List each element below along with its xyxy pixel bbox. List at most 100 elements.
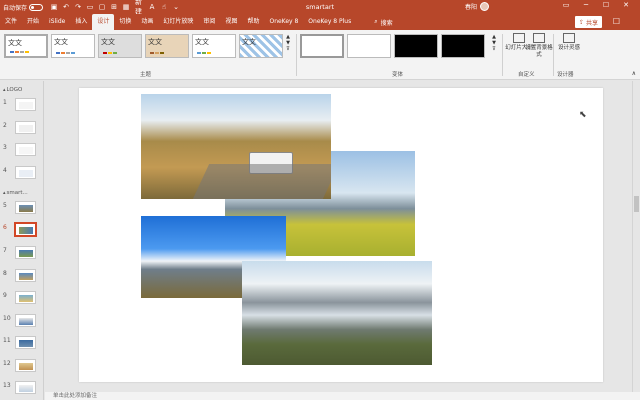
slide-canvas[interactable] (79, 88, 603, 382)
road-shape (192, 164, 331, 199)
quick-access-toolbar: ▣ ↶ ↷ ▭ ▢ ⊞ ▦ 新建 A ☝ ⌄ (49, 0, 183, 16)
tab-view[interactable]: 视图 (220, 14, 242, 30)
user-account[interactable]: 春阳 (465, 2, 490, 11)
ribbon: 文文 文文 文文 文文 文文 文文 ▲ ▼ ⊽ 主题 ▲ ▼ ⊽ 变体 幻灯片大… (0, 30, 640, 80)
autosave-control[interactable]: 自动保存 (3, 3, 44, 12)
slide-number: 6 (3, 224, 7, 231)
minimize-icon[interactable]: ─ (576, 1, 596, 9)
slide-number: 12 (3, 360, 11, 367)
theme-thumbnail[interactable]: 文文 (4, 34, 48, 58)
tab-slideshow[interactable]: 幻灯片放映 (158, 14, 198, 30)
variant-thumbnail[interactable] (300, 34, 344, 58)
slide-thumbnail[interactable] (15, 201, 36, 214)
tab-onekey8[interactable]: OneKey 8 (264, 14, 303, 30)
tab-file[interactable]: 文件 (0, 14, 22, 30)
slide-number: 4 (3, 167, 7, 174)
theme-sample-text: 文文 (8, 39, 22, 47)
title-bar: 自动保存 ▣ ↶ ↷ ▭ ▢ ⊞ ▦ 新建 A ☝ ⌄ smartart 春阳 … (0, 0, 640, 16)
vertical-scrollbar[interactable] (632, 81, 640, 392)
slide-thumbnail[interactable] (15, 314, 36, 327)
share-icon: ⇪ (578, 18, 584, 26)
tab-transitions[interactable]: 切换 (114, 14, 136, 30)
present-icon[interactable]: ▭ (85, 2, 95, 12)
ribbon-display-icon[interactable]: ▭ (556, 1, 576, 9)
theme-thumbnail[interactable]: 文文 (192, 34, 236, 58)
maximize-icon[interactable]: ☐ (596, 1, 616, 9)
touch-mode-icon[interactable]: ☝ (159, 2, 169, 12)
tab-animations[interactable]: 动画 (136, 14, 158, 30)
theme-thumbnail[interactable]: 文文 (239, 34, 283, 58)
tab-islide[interactable]: iSlide (44, 14, 70, 30)
slide-photo-camper[interactable] (141, 94, 331, 199)
slide-thumbnail[interactable] (15, 291, 36, 304)
tab-design[interactable]: 设计 (92, 14, 115, 30)
save-icon[interactable]: ▣ (49, 2, 59, 12)
tab-help[interactable]: 帮助 (242, 14, 264, 30)
section-header[interactable]: LOGO (3, 87, 23, 93)
customize-group-label: 自定义 (518, 72, 535, 78)
group-divider (296, 34, 297, 76)
slide-number: 5 (3, 202, 7, 209)
slide-number: 10 (3, 315, 11, 322)
window-controls: ▭ ─ ☐ ✕ (556, 1, 636, 9)
slide-icon[interactable]: ▢ (97, 2, 107, 12)
tab-home[interactable]: 开始 (22, 14, 44, 30)
slide-number: 1 (3, 99, 7, 106)
autosave-toggle[interactable] (29, 3, 44, 11)
notes-pane[interactable]: 单击此处添加备注 (45, 392, 640, 400)
slide-number: 2 (3, 122, 7, 129)
theme-gallery-scroll[interactable]: ▲ ▼ ⊽ (284, 34, 292, 60)
share-label: 共享 (585, 19, 598, 27)
variant-thumbnail[interactable] (441, 34, 485, 58)
slide-thumbnail[interactable] (15, 98, 36, 111)
group-divider (502, 34, 503, 76)
tab-review[interactable]: 审阅 (198, 14, 220, 30)
search-box[interactable]: ⌕ 搜索 (374, 18, 392, 27)
design-ideas-button[interactable]: 设计灵感 (555, 33, 583, 52)
close-icon[interactable]: ✕ (616, 1, 636, 9)
redo-icon[interactable]: ↷ (73, 2, 83, 12)
theme-sample-text: 文文 (148, 38, 162, 46)
paint-bucket-icon (533, 33, 545, 43)
customize-qat-icon[interactable]: ⌄ (171, 2, 181, 12)
variant-gallery-scroll[interactable]: ▲ ▼ ⊽ (490, 34, 498, 60)
slide-thumbnail[interactable] (15, 359, 36, 372)
variant-thumbnail[interactable] (394, 34, 438, 58)
section-header[interactable]: smart... (3, 190, 28, 196)
more-icon[interactable]: ⊽ (286, 46, 290, 52)
slide-photo-snow-valley[interactable] (242, 261, 432, 365)
theme-sample-text: 文文 (101, 38, 115, 46)
share-button[interactable]: ⇪ 共享 (574, 16, 602, 28)
comment-icon[interactable]: ☐ (613, 17, 620, 26)
format-background-button[interactable]: 设置背景格式 (525, 33, 553, 59)
avatar[interactable] (480, 2, 490, 11)
mouse-pointer-icon: ⬉ (579, 110, 587, 120)
user-name: 春阳 (465, 4, 478, 11)
theme-thumbnail[interactable]: 文文 (98, 34, 142, 58)
variant-thumbnail[interactable] (347, 34, 391, 58)
format-background-label: 设置背景格式 (525, 45, 553, 58)
scrollbar-thumb[interactable] (634, 196, 639, 212)
undo-icon[interactable]: ↶ (61, 2, 71, 12)
slide-thumbnail[interactable] (15, 166, 36, 179)
slide-number: 8 (3, 270, 7, 277)
new-file-icon[interactable]: ▦ (121, 2, 131, 12)
new-file-label[interactable]: 新建 (135, 0, 145, 16)
slide-thumbnail-selected[interactable] (15, 223, 36, 236)
tab-onekey8plus[interactable]: OneKey 8 Plus (303, 14, 356, 30)
slide-number: 11 (3, 337, 11, 344)
theme-thumbnail[interactable]: 文文 (145, 34, 189, 58)
font-icon[interactable]: A (147, 2, 157, 12)
slide-thumbnail[interactable] (15, 143, 36, 156)
more-icon[interactable]: ⊽ (492, 46, 496, 52)
theme-thumbnail[interactable]: 文文 (51, 34, 95, 58)
slide-thumbnail[interactable] (15, 246, 36, 259)
slide-thumbnail[interactable] (15, 121, 36, 134)
slide-thumbnail[interactable] (15, 269, 36, 282)
slide-thumbnail[interactable] (15, 381, 36, 394)
design-ideas-label: 设计灵感 (557, 45, 580, 51)
slide-thumbnail[interactable] (15, 336, 36, 349)
collapse-ribbon-icon[interactable]: ∧ (632, 70, 636, 77)
tab-insert[interactable]: 插入 (70, 14, 92, 30)
format-icon[interactable]: ⊞ (109, 2, 119, 12)
